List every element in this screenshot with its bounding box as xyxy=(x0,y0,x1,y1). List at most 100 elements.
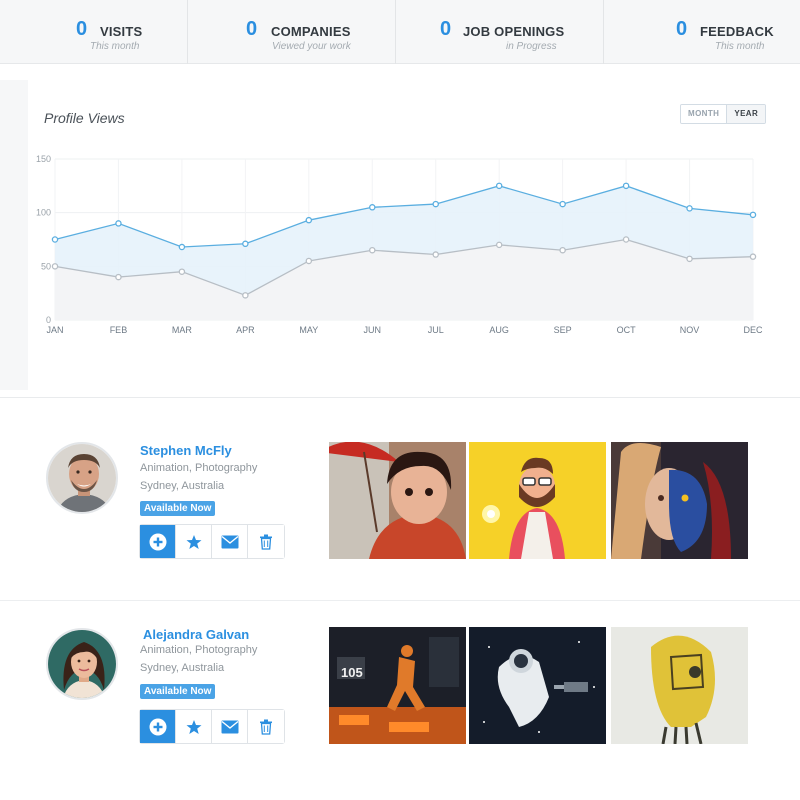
y-tick-label: 100 xyxy=(36,208,51,218)
yellow-robot-head-artwork xyxy=(611,627,748,744)
x-tick-label: FEB xyxy=(110,325,128,335)
stat-companies[interactable]: 0 COMPANIES Viewed your work xyxy=(188,0,396,64)
data-point xyxy=(686,255,693,263)
x-tick-label: JUL xyxy=(428,325,444,335)
toggle-year-button[interactable]: YEAR xyxy=(727,105,766,123)
thumbnail-overlay-text: 105 xyxy=(341,665,363,680)
profile-skills: Animation, Photography xyxy=(140,644,258,656)
woman-portrait-icon xyxy=(48,630,116,698)
stat-label: JOB OPENINGS xyxy=(463,24,565,39)
stat-sublabel: in Progress xyxy=(506,41,557,52)
y-tick-label: 50 xyxy=(41,261,51,271)
favorite-button[interactable] xyxy=(176,525,212,558)
sci-fi-runner-artwork xyxy=(329,627,466,744)
data-point xyxy=(305,216,313,224)
availability-badge: Available Now xyxy=(140,501,216,516)
envelope-icon xyxy=(221,535,238,548)
add-button[interactable] xyxy=(140,710,176,743)
data-point xyxy=(178,243,186,251)
y-tick-label: 150 xyxy=(36,154,51,164)
data-point xyxy=(622,182,630,190)
data-point xyxy=(369,204,376,211)
data-point xyxy=(115,273,122,281)
data-point xyxy=(495,182,503,190)
stat-value: 0 xyxy=(246,18,258,40)
stat-job-openings[interactable]: 0 JOB OPENINGS in Progress xyxy=(396,0,604,64)
portfolio-thumbnail[interactable] xyxy=(329,442,466,559)
x-tick-label: DEC xyxy=(743,325,763,335)
stat-sublabel: Viewed your work xyxy=(272,41,351,52)
data-point xyxy=(178,268,186,275)
x-tick-label: MAR xyxy=(172,325,193,335)
plus-circle-icon xyxy=(149,718,166,735)
portfolio-thumbnail[interactable] xyxy=(469,442,606,559)
profile-skills: Animation, Photography xyxy=(140,462,258,474)
x-tick-label: OCT xyxy=(617,325,637,335)
period-toggle: MONTH YEAR xyxy=(680,104,767,124)
astronaut-in-space-artwork xyxy=(469,627,606,744)
girl-with-umbrella-artwork xyxy=(329,442,466,559)
stat-label: FEEDBACK xyxy=(700,24,774,39)
profile-actions xyxy=(139,524,285,559)
profile-name[interactable]: Alejandra Galvan xyxy=(143,627,249,642)
data-point xyxy=(432,200,439,208)
toggle-month-button[interactable]: MONTH xyxy=(681,105,728,123)
plus-circle-icon xyxy=(149,533,166,550)
data-point xyxy=(749,211,757,219)
portfolio-thumbnail[interactable] xyxy=(469,627,606,744)
data-point xyxy=(622,236,630,243)
profile-name[interactable]: Stephen McFly xyxy=(140,443,232,458)
avatar[interactable] xyxy=(46,442,118,514)
data-point xyxy=(242,240,249,248)
profile-views-chart: 0 50 100 150 JAN FEB MAR APR MAY JUN JUL AUG SEP OCT N… xyxy=(36,154,763,335)
blue-skinned-woman-artwork xyxy=(611,442,748,559)
data-point xyxy=(559,246,566,254)
portfolio-thumbnail[interactable] xyxy=(611,627,748,744)
data-point xyxy=(51,263,59,270)
profile-card: Alejandra Galvan Animation, Photography … xyxy=(0,600,800,780)
x-tick-label: APR xyxy=(236,325,255,335)
profile-actions xyxy=(139,709,285,744)
x-tick-label: NOV xyxy=(680,325,700,335)
data-point xyxy=(51,236,59,243)
x-tick-label: JAN xyxy=(46,325,63,335)
data-point xyxy=(559,200,566,208)
message-button[interactable] xyxy=(212,525,248,558)
data-point xyxy=(115,220,122,227)
cartoon-hipster-character-artwork xyxy=(469,442,606,559)
y-tick-label: 0 xyxy=(46,315,51,325)
trash-icon xyxy=(260,534,272,550)
trash-icon xyxy=(260,719,272,735)
data-point xyxy=(305,257,313,265)
stat-visits[interactable]: 0 VISITS This month xyxy=(0,0,188,64)
x-tick-label: JUN xyxy=(364,325,382,335)
avatar[interactable] xyxy=(46,628,118,700)
availability-badge: Available Now xyxy=(140,684,216,699)
star-icon xyxy=(186,719,201,734)
stat-sublabel: This month xyxy=(90,41,140,52)
data-point xyxy=(495,241,503,249)
profile-location: Sydney, Australia xyxy=(140,662,225,674)
data-point xyxy=(242,292,249,299)
stat-sublabel: This month xyxy=(715,41,765,52)
add-button[interactable] xyxy=(140,525,176,558)
star-icon xyxy=(186,534,201,549)
delete-button[interactable] xyxy=(248,525,284,558)
data-point xyxy=(686,205,693,212)
message-button[interactable] xyxy=(212,710,248,743)
favorite-button[interactable] xyxy=(176,710,212,743)
chart-title: Profile Views xyxy=(44,110,125,126)
delete-button[interactable] xyxy=(248,710,284,743)
man-portrait-icon xyxy=(48,444,116,512)
x-tick-label: AUG xyxy=(489,325,509,335)
stat-label: VISITS xyxy=(100,24,143,39)
stats-bar: 0 VISITS This month 0 COMPANIES Viewed y… xyxy=(0,0,800,64)
stat-value: 0 xyxy=(676,18,688,40)
data-point xyxy=(369,246,376,254)
portfolio-thumbnail[interactable] xyxy=(611,442,748,559)
profile-location: Sydney, Australia xyxy=(140,480,225,492)
envelope-icon xyxy=(221,720,238,733)
portfolio-thumbnail[interactable]: 105 xyxy=(329,627,466,744)
stat-feedback[interactable]: 0 FEEDBACK This month xyxy=(604,0,800,64)
stat-label: COMPANIES xyxy=(271,24,351,39)
